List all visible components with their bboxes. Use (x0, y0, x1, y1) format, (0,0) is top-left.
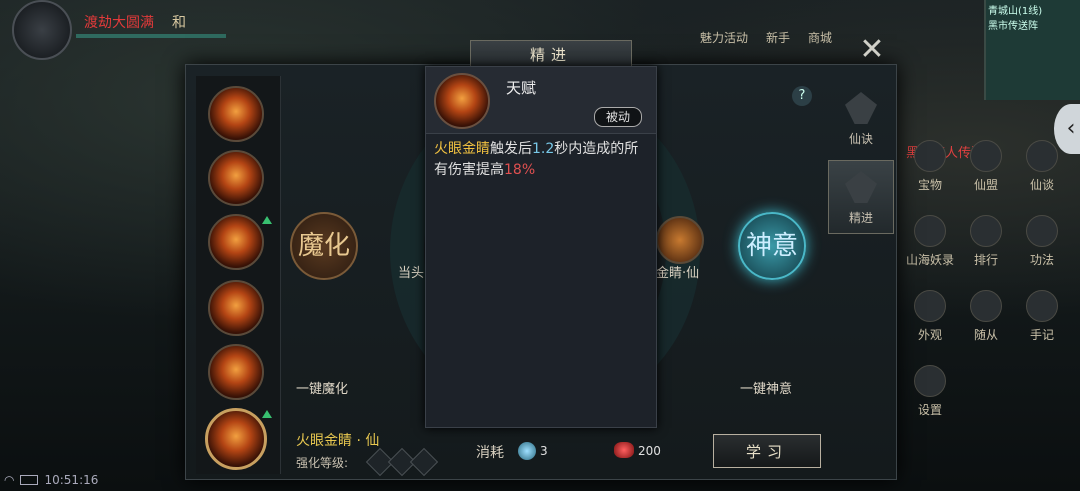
ranking-icon (970, 215, 1002, 247)
learn-button[interactable]: 学习 (713, 434, 821, 468)
tab-jingjin[interactable]: 精进 (828, 160, 894, 234)
map-title: 青城山(1线) (988, 6, 1043, 17)
right-node-label: 金睛·仙 (656, 266, 700, 281)
one-key-demonize-button[interactable]: 一键魔化 (296, 378, 348, 397)
cost-amount-2: 200 (638, 444, 661, 458)
cost-label: 消耗 (476, 445, 504, 461)
top-activity-bar: 魅力活动 新手 商城 (700, 0, 970, 46)
skill-slot-6-selected[interactable] (205, 408, 267, 470)
talk-icon (1026, 140, 1058, 172)
menu-settings[interactable]: 设置 (902, 365, 958, 418)
treasure-icon (914, 140, 946, 172)
skill-slot-4[interactable] (208, 280, 264, 336)
skills-icon (1026, 215, 1058, 247)
desc-text-1: 触发后 (490, 141, 532, 157)
tooltip-header: 天赋 被动 (426, 67, 656, 134)
panel-tabs: 仙诀 精进 (828, 76, 894, 316)
selected-skill-name: 火眼金睛 · 仙 (296, 433, 380, 449)
menu-guild[interactable]: 仙盟 (958, 140, 1014, 193)
device-status: ◠ 10:51:16 (4, 473, 98, 487)
right-node-icon[interactable] (656, 216, 704, 264)
right-side-menu: 宝物 仙盟 仙谈 山海妖录 排行 功法 外观 随从 手记 设置 (902, 140, 1072, 418)
wifi-icon: ◠ (4, 473, 15, 487)
minimap[interactable]: 青城山(1线) 黑市传送阵 (984, 0, 1080, 100)
menu-treasure[interactable]: 宝物 (902, 140, 958, 193)
enhance-level-label: 强化等级: (296, 456, 349, 470)
left-node-label: 当头 (398, 266, 425, 281)
xianjue-tab-icon (845, 92, 877, 124)
appearance-icon (914, 290, 946, 322)
cost-amount-1: 3 (540, 444, 548, 458)
menu-talk[interactable]: 仙谈 (1014, 140, 1070, 193)
battery-icon (20, 475, 39, 485)
enhance-level-slot (409, 447, 439, 477)
red-material-icon (614, 442, 634, 458)
tooltip-description: 火眼金睛触发后1.2秒内造成的所有伤害提高18% (434, 139, 648, 181)
skill-info-bar: 火眼金睛 · 仙 强化等级: 消耗 3 200 学习 (280, 420, 828, 478)
follower-icon (970, 290, 1002, 322)
menu-follower[interactable]: 随从 (958, 290, 1014, 343)
talent-tooltip: 天赋 被动 火眼金睛触发后1.2秒内造成的所有伤害提高18% (425, 66, 657, 428)
bestiary-icon (914, 215, 946, 247)
skill-slot-1[interactable] (208, 86, 264, 142)
talent-icon (434, 73, 490, 129)
tooltip-title: 天赋 (506, 79, 537, 97)
top-icon-3[interactable]: 商城 (808, 29, 832, 46)
spirit-orb-icon (518, 442, 536, 460)
desc-percent: 18% (504, 162, 536, 178)
player-avatar[interactable] (12, 0, 72, 60)
map-subtitle: 黑市传送阵 (988, 21, 1038, 32)
divine-orb[interactable]: 神意 (738, 212, 806, 280)
skill-slot-5[interactable] (208, 344, 264, 400)
menu-ranking[interactable]: 排行 (958, 215, 1014, 268)
desc-seconds: 1.2 (532, 141, 555, 157)
close-button[interactable]: ✕ (854, 32, 890, 68)
guild-icon (970, 140, 1002, 172)
settings-icon (914, 365, 946, 397)
one-key-divine-button[interactable]: 一键神意 (740, 378, 792, 397)
upgrade-arrow-icon (262, 410, 272, 418)
upgrade-arrow-icon (262, 216, 272, 224)
skill-list (196, 76, 281, 474)
passive-badge: 被动 (594, 107, 642, 127)
tab-xianjue[interactable]: 仙诀 (828, 82, 894, 156)
menu-skills[interactable]: 功法 (1014, 215, 1070, 268)
notes-icon (1026, 290, 1058, 322)
menu-notes[interactable]: 手记 (1014, 290, 1070, 343)
menu-bestiary[interactable]: 山海妖录 (902, 215, 958, 268)
panel-title: 精进 (529, 46, 572, 64)
desc-skill-name: 火眼金睛 (434, 141, 490, 157)
player-exp-bar (76, 34, 226, 38)
skill-slot-2[interactable] (208, 150, 264, 206)
skill-slot-3[interactable] (208, 214, 264, 270)
top-icon-1[interactable]: 魅力活动 (700, 29, 748, 46)
player-stat: 和 (172, 15, 186, 31)
player-name: 渡劫大圆满 (84, 15, 154, 31)
top-icon-2[interactable]: 新手 (766, 29, 790, 46)
clock: 10:51:16 (44, 473, 99, 487)
menu-appearance[interactable]: 外观 (902, 290, 958, 343)
jingjin-tab-icon (845, 171, 877, 203)
demonize-orb[interactable]: 魔化 (290, 212, 358, 280)
